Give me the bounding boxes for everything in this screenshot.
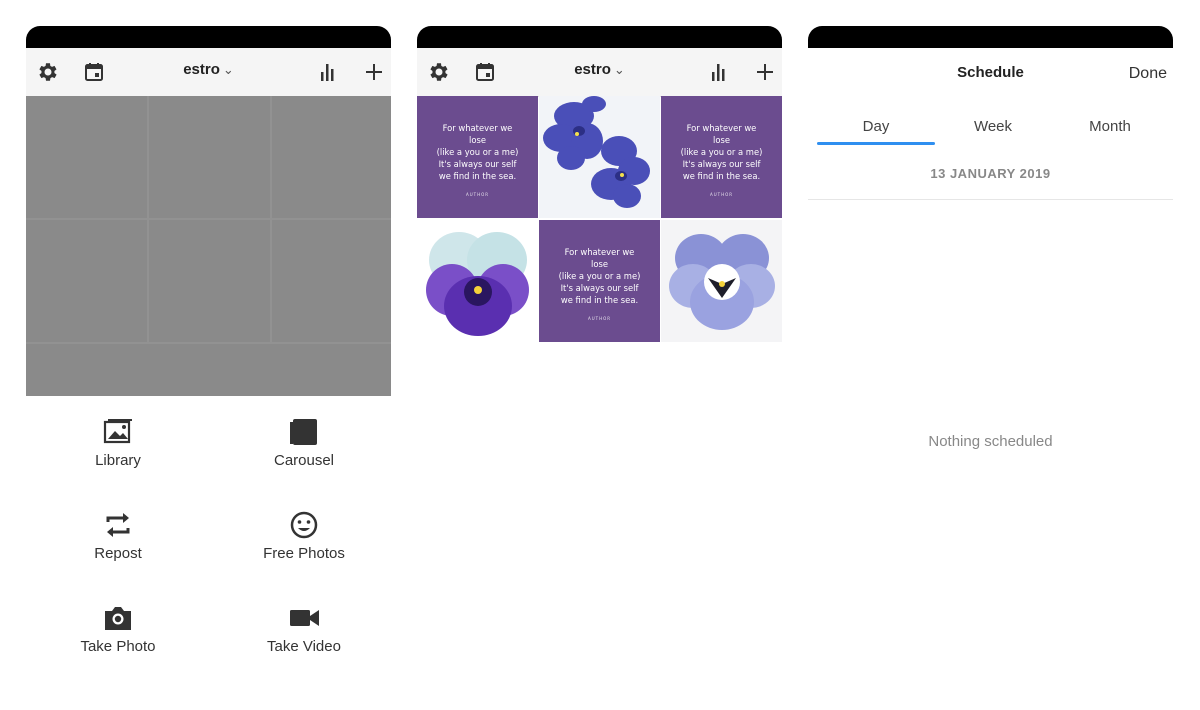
quote-post-tile[interactable]: For whatever we lose (like a you or a me… [539, 220, 660, 342]
quote-line: we find in the sea. [682, 171, 761, 181]
phone-screen-schedule: Schedule Done Day Week Month 13 JANUARY … [808, 26, 1173, 710]
status-bar [808, 26, 1173, 48]
pansy-photo-tile[interactable] [661, 220, 782, 342]
empty-state-message: Nothing scheduled [928, 433, 1053, 450]
dimmed-grid-overlay[interactable] [26, 96, 391, 396]
quote-line: lose [591, 259, 608, 269]
quote-author: AUTHOR [587, 316, 612, 321]
post-grid: For whatever we lose (like a you or a me… [417, 96, 782, 342]
account-name: estro [183, 61, 220, 78]
repost-button[interactable]: Repost [43, 509, 193, 562]
divider [808, 199, 1173, 200]
free-photos-label: Free Photos [263, 545, 345, 562]
repost-icon [101, 509, 135, 541]
page-title: Schedule [957, 64, 1024, 81]
status-bar [417, 26, 782, 48]
quote-line: For whatever we [564, 247, 635, 257]
add-plus-icon[interactable] [753, 60, 777, 84]
take-photo-button[interactable]: Take Photo [43, 602, 193, 655]
quote-line: For whatever we [442, 123, 513, 133]
free-photos-button[interactable]: Free Photos [229, 509, 379, 562]
carousel-label: Carousel [273, 452, 335, 469]
take-photo-label: Take Photo [80, 638, 156, 655]
top-bar: estro ⌄ [417, 48, 782, 97]
violet-flowers-image [543, 96, 650, 208]
library-button[interactable]: Library [43, 416, 193, 469]
quote-post-tile[interactable]: For whatever we lose (like a you or a me… [661, 96, 782, 218]
carousel-button[interactable]: Carousel [229, 416, 379, 469]
phone-screen-feed-grid: estro ⌄ For whatever we lose (like a you … [417, 26, 782, 710]
quote-line: (like a you or a me) [680, 147, 763, 157]
quote-line: It's always our self [682, 159, 761, 169]
grid-divider [26, 218, 391, 220]
tab-month[interactable]: Month [1051, 118, 1169, 135]
take-video-button[interactable]: Take Video [229, 602, 379, 655]
analytics-bar-chart-icon[interactable] [707, 60, 731, 84]
quote-line: (like a you or a me) [436, 147, 519, 157]
quote-author: AUTHOR [465, 192, 490, 197]
top-bar: estro ⌄ [26, 48, 391, 97]
account-name: estro [574, 61, 611, 78]
quote-post-tile[interactable]: For whatever we lose (like a you or a me… [417, 96, 538, 218]
chevron-down-icon: ⌄ [613, 62, 625, 77]
smiley-icon [287, 509, 321, 541]
quote-line: lose [469, 135, 486, 145]
quote-line: For whatever we [686, 123, 757, 133]
done-button[interactable]: Done [1129, 65, 1167, 83]
quote-line: It's always our self [560, 283, 639, 293]
library-icon [101, 416, 135, 448]
carousel-icon [287, 416, 321, 448]
blue-white-pansy-image [669, 234, 775, 330]
library-label: Library [95, 452, 141, 469]
purple-pansy-image [426, 232, 529, 336]
chevron-down-icon: ⌄ [222, 62, 234, 77]
quote-author: AUTHOR [709, 192, 734, 197]
video-camera-icon [287, 602, 321, 634]
tab-day[interactable]: Day [817, 118, 935, 135]
repost-label: Repost [94, 545, 142, 562]
camera-icon [101, 602, 135, 634]
pansy-photo-tile[interactable] [417, 220, 538, 342]
tab-week[interactable]: Week [934, 118, 1052, 135]
add-action-sheet: Library Carousel Repost Free Photos Take… [26, 396, 391, 710]
active-tab-indicator [817, 142, 935, 145]
quote-line: we find in the sea. [560, 295, 639, 305]
violet-flowers-photo-tile[interactable] [539, 96, 660, 218]
quote-line: we find in the sea. [438, 171, 517, 181]
status-bar [26, 26, 391, 48]
quote-line: lose [713, 135, 730, 145]
phone-screen-add-menu: estro ⌄ Library Carousel Repost Free Pho… [26, 26, 391, 710]
schedule-tabs: Day Week Month [808, 96, 1173, 146]
take-video-label: Take Video [267, 638, 341, 655]
add-plus-icon[interactable] [362, 60, 386, 84]
date-header: 13 JANUARY 2019 [930, 166, 1051, 181]
schedule-header: Schedule Done [808, 48, 1173, 96]
analytics-bar-chart-icon[interactable] [316, 60, 340, 84]
quote-line: (like a you or a me) [558, 271, 641, 281]
grid-divider [26, 342, 391, 344]
quote-line: It's always our self [438, 159, 517, 169]
